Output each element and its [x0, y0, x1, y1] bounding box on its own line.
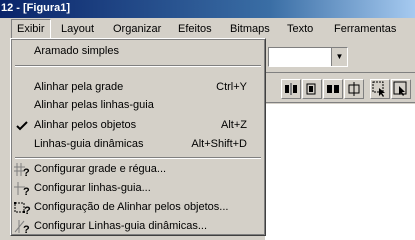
menu-texto[interactable]: Texto [281, 19, 319, 39]
menu-item-configuracao-alinhar-objetos[interactable]: ? Configuração de Alinhar pelos objetos.… [13, 199, 263, 217]
title-bar: 12 - [Figura1] [0, 0, 415, 18]
menu-item-configurar-linhas-guia[interactable]: ? Configurar linhas-guia... [13, 180, 263, 198]
menu-item-alinhar-objetos[interactable]: Alinhar pelos objetos Alt+Z [13, 117, 263, 135]
menu-item-alinhar-linhas-guia[interactable]: Alinhar pelas linhas-guia [13, 97, 263, 115]
svg-text:?: ? [23, 224, 30, 235]
snap-grid-button[interactable] [281, 79, 301, 99]
menu-separator [15, 65, 261, 67]
menu-item-label: Configuração de Alinhar pelos objetos... [34, 201, 229, 213]
pick-tool-button[interactable] [391, 79, 411, 99]
guidelines-settings-icon: ? [14, 181, 32, 198]
menu-layout[interactable]: Layout [55, 19, 100, 39]
menu-item-label: Alinhar pelos objetos [34, 119, 137, 131]
svg-text:?: ? [23, 186, 30, 197]
menu-exibir[interactable]: Exibir [11, 19, 51, 39]
chevron-down-icon[interactable]: ▼ [331, 48, 347, 66]
menu-item-aramado-simples[interactable]: Aramado simples [13, 43, 263, 61]
svg-text:?: ? [24, 205, 31, 216]
svg-text:?: ? [23, 167, 30, 178]
window-title: 12 - [Figura1] [1, 2, 71, 14]
select-tool-button[interactable] [370, 79, 390, 99]
menu-bar: Exibir Layout Organizar Efeitos Bitmaps … [0, 19, 415, 39]
menu-efeitos[interactable]: Efeitos [172, 19, 218, 39]
cursor-icon [372, 81, 385, 97]
snap-grid-icon [285, 83, 297, 95]
snap-objects-icon [327, 85, 339, 93]
snap-objects-button[interactable] [323, 79, 343, 99]
drawing-canvas[interactable] [265, 104, 415, 240]
dynamic-guides-button[interactable] [344, 79, 364, 99]
snap-guides-icon [306, 83, 316, 95]
zoom-combo[interactable]: ▼ [268, 47, 348, 67]
cursor-box-icon [393, 81, 407, 96]
grid-settings-icon: ? [14, 162, 32, 179]
menu-separator [15, 157, 261, 159]
menu-item-alinhar-grade[interactable]: Alinhar pela grade Ctrl+Y [13, 79, 263, 97]
exibir-dropdown-menu: Aramado simples Alinhar pela grade Ctrl+… [10, 38, 266, 236]
menu-item-label: Aramado simples [34, 45, 119, 57]
menu-item-configurar-grade[interactable]: ? Configurar grade e régua... [13, 161, 263, 179]
menu-item-label: Alinhar pelas linhas-guia [34, 99, 154, 111]
menu-item-configurar-linhas-guia-dinamicas[interactable]: ? Configurar Linhas-guia dinâmicas... [13, 218, 263, 236]
dynamic-guides-settings-icon: ? [14, 219, 32, 236]
menu-item-label: Linhas-guia dinâmicas [34, 138, 144, 150]
menu-item-shortcut: Alt+Shift+D [191, 138, 247, 150]
menu-item-shortcut: Ctrl+Y [216, 81, 247, 93]
menu-bitmaps[interactable]: Bitmaps [224, 19, 276, 39]
snap-objects-settings-icon: ? [14, 200, 32, 217]
menu-item-linhas-guia-dinamicas[interactable]: Linhas-guia dinâmicas Alt+Shift+D [13, 136, 263, 154]
checkmark-icon [14, 118, 32, 134]
dynamic-guides-icon [348, 82, 360, 96]
menu-ferramentas[interactable]: Ferramentas [328, 19, 402, 39]
menu-item-label: Configurar grade e régua... [34, 163, 167, 175]
menu-item-label: Configurar Linhas-guia dinâmicas... [34, 220, 208, 232]
menu-item-shortcut: Alt+Z [221, 119, 247, 131]
menu-item-label: Alinhar pela grade [34, 81, 124, 93]
snap-guides-button[interactable] [302, 79, 322, 99]
menu-organizar[interactable]: Organizar [107, 19, 167, 39]
menu-item-label: Configurar linhas-guia... [34, 182, 151, 194]
